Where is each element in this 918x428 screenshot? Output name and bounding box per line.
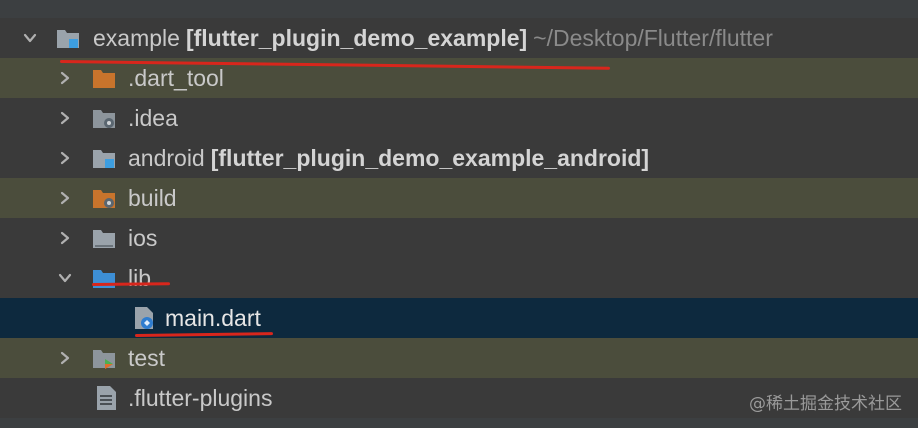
folder-source-icon [91,265,117,291]
item-name: main.dart [165,304,261,331]
folder-module-icon [91,145,117,171]
chevron-right-icon[interactable] [55,228,75,248]
tree-row-ios[interactable]: ios [0,218,918,258]
item-label: main.dart [165,305,261,332]
item-name: ios [128,224,158,251]
tree-row-build[interactable]: build [0,178,918,218]
chevron-right-icon[interactable] [55,348,75,368]
folder-build-icon [91,185,117,211]
text-file-icon [94,384,120,410]
chevron-right-icon[interactable] [55,68,75,88]
dart-file-icon [131,305,157,331]
folder-test-icon [91,345,117,371]
root-path: ~/Desktop/Flutter/flutter [533,24,773,51]
tree-row-root[interactable]: example [flutter_plugin_demo_example] ~/… [0,18,918,58]
chevron-right-icon[interactable] [55,108,75,128]
item-label: .idea [128,105,178,132]
folder-config-icon [91,105,117,131]
tree-row-main-dart[interactable]: main.dart [0,298,918,338]
item-name: .flutter-plugins [128,384,273,411]
item-label: ios [128,225,157,252]
chevron-right-icon[interactable] [55,188,75,208]
item-label: test [128,345,165,372]
chevron-right-icon[interactable] [55,148,75,168]
item-name: build [128,184,177,211]
item-label: lib [128,265,151,292]
tree-row-test[interactable]: test [0,338,918,378]
root-name: example [93,24,180,51]
item-name: .idea [128,104,178,131]
tree-row-android[interactable]: android [flutter_plugin_demo_example_and… [0,138,918,178]
root-module: [flutter_plugin_demo_example] [185,24,528,51]
chevron-down-icon[interactable] [20,28,40,48]
watermark: @稀土掘金技术社区 [749,394,902,414]
item-name: lib [128,264,152,291]
tree-row-idea[interactable]: .idea [0,98,918,138]
folder-icon [91,225,117,251]
chevron-down-icon[interactable] [55,268,75,288]
item-module: [flutter_plugin_demo_example_android] [210,144,650,171]
item-name: .dart_tool [128,64,224,91]
item-label: build [128,185,177,212]
item-label: .dart_tool [128,65,224,92]
folder-module-icon [55,25,81,51]
item-label: .flutter-plugins [128,385,272,412]
item-name: test [128,344,166,371]
root-label: example [flutter_plugin_demo_example] ~/… [93,25,773,52]
tree-row-lib[interactable]: lib [0,258,918,298]
project-tree: example [flutter_plugin_demo_example] ~/… [0,0,918,428]
item-label: android [flutter_plugin_demo_example_and… [128,145,649,172]
item-name: android [128,144,205,171]
folder-excluded-icon [91,65,117,91]
